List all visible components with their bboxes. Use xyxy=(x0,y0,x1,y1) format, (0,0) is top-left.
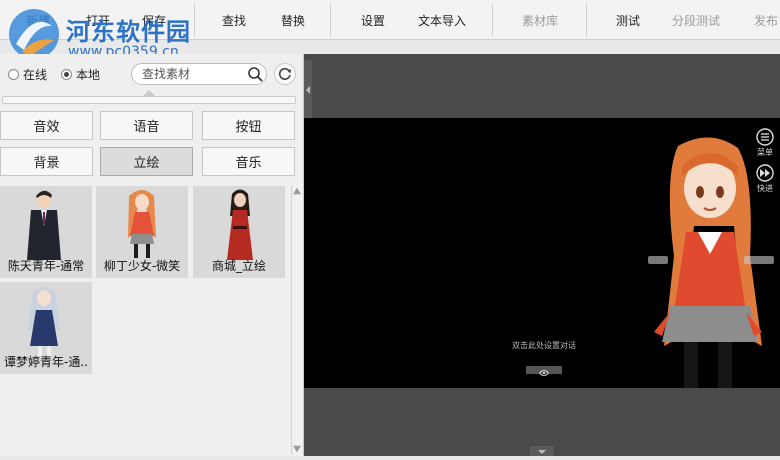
search-box xyxy=(131,63,267,85)
preview-panel: 双击此处设置对话 菜单 快进 xyxy=(304,54,780,456)
character-sprite-image xyxy=(28,287,60,356)
eye-icon xyxy=(539,370,549,376)
chevron-left-icon xyxy=(306,86,310,94)
fast-forward-icon xyxy=(756,164,774,182)
bottom-panel-handle[interactable] xyxy=(530,446,554,456)
radio-dot xyxy=(8,68,19,80)
asset-label: 柳丁少女-微笑 xyxy=(103,259,181,273)
asset-scrollbar[interactable] xyxy=(291,185,301,455)
settings-button[interactable]: 设置 xyxy=(361,12,385,29)
skip-label: 快进 xyxy=(757,184,773,193)
online-radio[interactable]: 在线 xyxy=(8,66,47,83)
category-button[interactable]: 按钮 xyxy=(202,111,295,140)
asset-label: 陈天青年-通常 xyxy=(7,259,85,273)
source-radio-group: 在线 本地 xyxy=(8,64,114,84)
game-preview-stage[interactable]: 双击此处设置对话 菜单 快进 xyxy=(304,118,780,388)
asset-label: 谭梦婷青年-通.. xyxy=(4,355,88,369)
character-sprite-image xyxy=(27,190,61,260)
dialog-hint-text[interactable]: 双击此处设置对话 xyxy=(512,340,576,351)
toolbar-separator xyxy=(492,4,493,36)
save-button[interactable]: 保存 xyxy=(142,12,166,29)
asset-thumbnail[interactable]: 谭梦婷青年-通.. xyxy=(0,282,92,374)
radio-dot-selected xyxy=(61,68,73,80)
find-button[interactable]: 查找 xyxy=(222,12,246,29)
search-input[interactable] xyxy=(142,66,238,82)
refresh-button[interactable] xyxy=(274,63,296,85)
search-icon[interactable] xyxy=(247,66,263,82)
scroll-down-arrow-icon[interactable] xyxy=(293,445,301,453)
menu-label: 菜单 xyxy=(757,148,773,157)
online-label: 在线 xyxy=(23,67,48,82)
skip-button[interactable]: 快进 xyxy=(754,164,776,194)
menu-icon xyxy=(756,128,774,146)
test-button[interactable]: 测试 xyxy=(616,12,640,29)
panel-splitter[interactable] xyxy=(2,96,296,104)
dialog-eye-button[interactable] xyxy=(526,366,562,376)
character-sprite-image xyxy=(128,190,156,258)
chevron-down-icon xyxy=(538,450,546,454)
category-music[interactable]: 音乐 xyxy=(202,147,295,176)
character-sprite-image xyxy=(227,189,253,260)
collapse-panel-handle[interactable] xyxy=(304,60,312,120)
publish-button[interactable]: 发布 xyxy=(754,12,778,29)
replace-button[interactable]: 替换 xyxy=(281,12,305,29)
local-radio[interactable]: 本地 xyxy=(61,66,100,83)
toolbar-separator xyxy=(194,4,195,36)
menu-button[interactable]: 菜单 xyxy=(754,128,776,158)
material-library-button[interactable]: 素材库 xyxy=(522,12,558,29)
local-label: 本地 xyxy=(76,67,101,82)
category-character-art[interactable]: 立绘 xyxy=(100,147,193,176)
open-button[interactable]: 打开 xyxy=(86,12,110,29)
toolbar: 新建 打开 保存 查找 替换 设置 文本导入 素材库 测试 分段测试 发布 xyxy=(0,0,780,40)
asset-thumbnail[interactable]: 陈天青年-通常 xyxy=(0,186,92,278)
asset-thumbnail[interactable]: 柳丁少女-微笑 xyxy=(96,186,188,278)
asset-thumbnail[interactable]: 商城_立绘 xyxy=(193,186,285,278)
material-panel: 在线 本地 音效 语音 按钮 背景 立绘 音乐 xyxy=(0,54,304,456)
scroll-up-arrow-icon[interactable] xyxy=(293,187,301,195)
text-import-button[interactable]: 文本导入 xyxy=(418,12,466,29)
category-voice[interactable]: 语音 xyxy=(100,111,193,140)
segment-test-button[interactable]: 分段测试 xyxy=(672,12,720,29)
toolbar-separator xyxy=(586,4,587,36)
asset-label: 商城_立绘 xyxy=(211,259,266,273)
asset-grid: 陈天青年-通常 柳丁少女-微笑 商城_立绘 谭梦婷青年-通.. xyxy=(0,184,290,456)
refresh-icon xyxy=(278,67,292,80)
new-button[interactable]: 新建 xyxy=(26,12,50,29)
category-background[interactable]: 背景 xyxy=(0,147,93,176)
category-sound-effect[interactable]: 音效 xyxy=(0,111,93,140)
toolbar-separator xyxy=(330,4,331,36)
